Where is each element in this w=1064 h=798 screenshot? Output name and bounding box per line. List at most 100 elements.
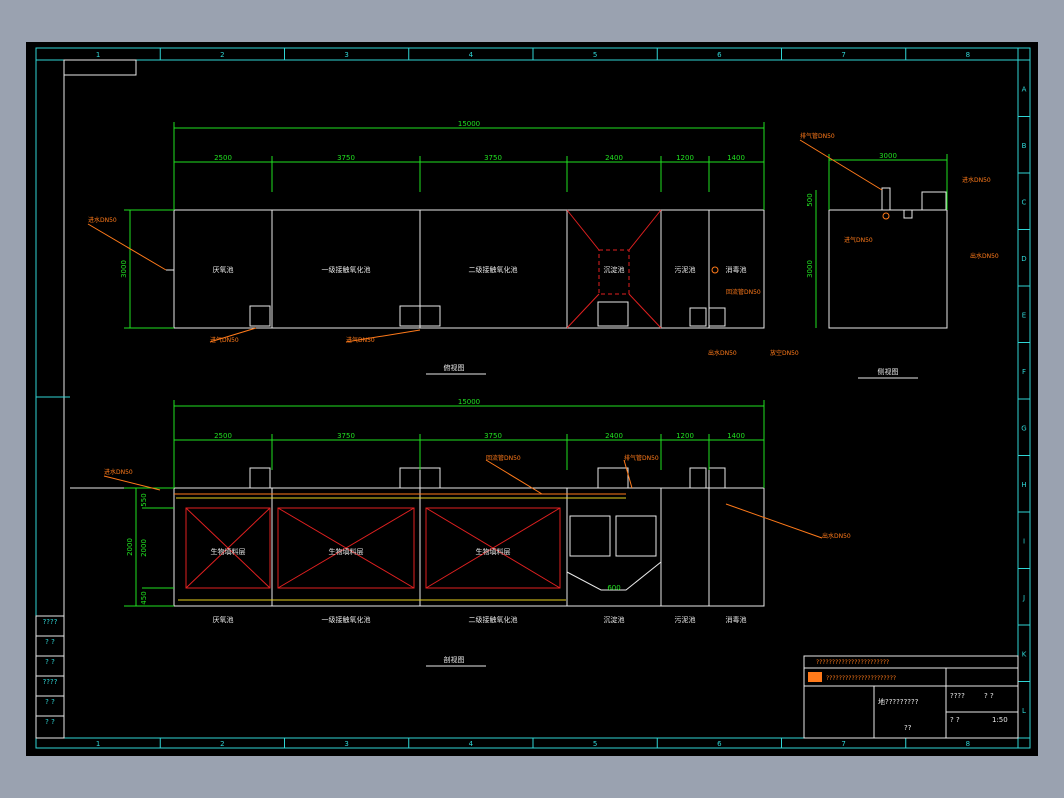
rev-label-6: ? ? xyxy=(45,718,55,726)
sec-tank-1: 厌氧池 xyxy=(213,615,234,624)
plan-dim-4: 2400 xyxy=(605,154,623,162)
side-leader-out: 出水DN50 xyxy=(970,252,999,260)
sec-dim-2000: 2000 xyxy=(140,539,148,557)
title-company-1: ??????????????????????? xyxy=(816,659,889,666)
side-dim-top: 500 xyxy=(806,193,814,206)
grid-col-bottom-4: 4 xyxy=(469,740,474,748)
grid-row-K: K xyxy=(1022,650,1027,658)
sec-dim-2: 3750 xyxy=(337,432,355,440)
grid-col-bottom-7: 7 xyxy=(841,740,845,748)
drawing-canvas: 1122334455667788 ABCDEFGHIJKL 15000 2500… xyxy=(35,47,1031,749)
sec-tank-3: 二级接触氧化池 xyxy=(469,615,518,624)
grid-col-top-5: 5 xyxy=(593,51,597,59)
rev-label-2: ? ? xyxy=(45,638,55,646)
plan-leader-air-2: 进气DN50 xyxy=(346,336,375,344)
grid-col-top-7: 7 xyxy=(841,51,845,59)
section-view: 15000 2500 3750 3750 2400 1200 1400 2000… xyxy=(70,398,851,667)
plan-dim-6: 1400 xyxy=(727,154,745,162)
plan-tank-6: 消毒池 xyxy=(726,265,747,274)
media-label-3: 生物填料层 xyxy=(476,547,511,556)
grid-row-L: L xyxy=(1022,707,1026,715)
grid-col-top-6: 6 xyxy=(717,51,722,59)
side-outline xyxy=(828,209,948,329)
plan-tank-4: 沉淀池 xyxy=(604,265,625,274)
sec-dim-4: 2400 xyxy=(605,432,623,440)
side-view: 3000 3000 500 排气管DN50 进气DN50 进水DN50 出水DN… xyxy=(799,132,999,379)
sec-dim-550: 550 xyxy=(140,493,148,506)
sec-tank-2: 一级接触氧化池 xyxy=(322,615,371,624)
title-drawing: 地????????? xyxy=(878,697,919,706)
title-cell-4: 1:50 xyxy=(992,716,1008,724)
plan-leader-return: 回流管DN50 xyxy=(726,288,761,296)
title-cell-2: ? ? xyxy=(984,692,994,700)
title-sub: ?? xyxy=(904,724,912,732)
plan-dim-1: 2500 xyxy=(214,154,232,162)
side-leader-air: 进气DN50 xyxy=(844,236,873,244)
grid-col-top-8: 8 xyxy=(966,51,970,59)
sec-dim-height: 2000 xyxy=(126,538,134,556)
side-view-title: 侧视图 xyxy=(878,367,899,376)
rev-label-1: ???? xyxy=(43,618,58,626)
sec-leader-return: 回流管DN50 xyxy=(486,454,521,462)
side-dim-width: 3000 xyxy=(879,152,897,160)
corner-box xyxy=(63,59,137,76)
plan-view: 15000 2500 3750 3750 2400 1200 1400 3000… xyxy=(87,120,799,375)
plan-leader-air-1: 进气DN50 xyxy=(210,336,239,344)
grid-col-top-1: 1 xyxy=(96,51,100,59)
sec-dim-6: 1400 xyxy=(727,432,745,440)
sec-dim-5: 1200 xyxy=(676,432,694,440)
rev-label-3: ? ? xyxy=(45,658,55,666)
sec-dim-total: 15000 xyxy=(458,398,480,406)
grid-col-top-2: 2 xyxy=(220,51,224,59)
rev-label-4: ???? xyxy=(43,678,58,686)
title-cell-1: ???? xyxy=(950,692,965,700)
grid-row-A: A xyxy=(1022,85,1027,93)
sec-dim-450: 450 xyxy=(140,591,148,604)
sec-dim-600: 600 xyxy=(607,584,620,592)
grid-row-H: H xyxy=(1021,481,1026,489)
sec-leader-overflow: 排气管DN50 xyxy=(624,454,659,462)
sec-leader-out: 出水DN50 xyxy=(822,532,851,540)
sec-dim-3: 3750 xyxy=(484,432,502,440)
grid-row-F: F xyxy=(1022,368,1026,376)
grid-row-D: D xyxy=(1021,255,1026,263)
inlet-marker xyxy=(711,266,719,274)
grid-row-C: C xyxy=(1022,198,1027,206)
sec-tank-4: 沉淀池 xyxy=(604,615,625,624)
plan-dim-height: 3000 xyxy=(120,260,128,278)
grid-col-bottom-5: 5 xyxy=(593,740,597,748)
grid-col-bottom-3: 3 xyxy=(344,740,348,748)
grid-col-bottom-6: 6 xyxy=(717,740,722,748)
plan-leader-drain: 放空DN50 xyxy=(770,349,799,357)
plan-tank-2: 一级接触氧化池 xyxy=(322,265,371,274)
grid-col-bottom-1: 1 xyxy=(96,740,100,748)
sec-dim-1: 2500 xyxy=(214,432,232,440)
grid-row-E: E xyxy=(1022,311,1026,319)
plan-leader-inlet: 进水DN50 xyxy=(88,216,117,224)
grid-col-top-4: 4 xyxy=(469,51,474,59)
plan-view-title: 俯视图 xyxy=(444,363,465,372)
grid-row-B: B xyxy=(1022,142,1027,150)
plan-tank-1: 厌氧池 xyxy=(213,265,234,274)
media-label-1: 生物填料层 xyxy=(211,547,246,556)
plan-dim-3: 3750 xyxy=(484,154,502,162)
section-view-title: 剖视图 xyxy=(444,655,465,664)
grid-row-G: G xyxy=(1021,424,1026,432)
plan-leader-out: 出水DN50 xyxy=(708,349,737,357)
sec-tank-5: 污泥池 xyxy=(675,615,696,624)
grid-row-I: I xyxy=(1023,537,1025,545)
media-label-2: 生物填料层 xyxy=(329,547,364,556)
sec-leader-inlet: 进水DN50 xyxy=(104,468,133,476)
side-leader-overflow: 排气管DN50 xyxy=(800,132,835,140)
side-dim-height: 3000 xyxy=(806,260,814,278)
title-company-2: ?????????????????????? xyxy=(826,675,896,682)
grid-col-bottom-8: 8 xyxy=(966,740,970,748)
rev-label-5: ? ? xyxy=(45,698,55,706)
grid-col-top-3: 3 xyxy=(344,51,348,59)
cad-viewport[interactable]: 1122334455667788 ABCDEFGHIJKL 15000 2500… xyxy=(26,42,1038,756)
plan-dim-2: 3750 xyxy=(337,154,355,162)
title-cell-3: ? ? xyxy=(950,716,960,724)
plan-dim-5: 1200 xyxy=(676,154,694,162)
plan-tank-3: 二级接触氧化池 xyxy=(469,265,518,274)
title-block: ??????????????????????? ????????????????… xyxy=(803,655,1019,739)
